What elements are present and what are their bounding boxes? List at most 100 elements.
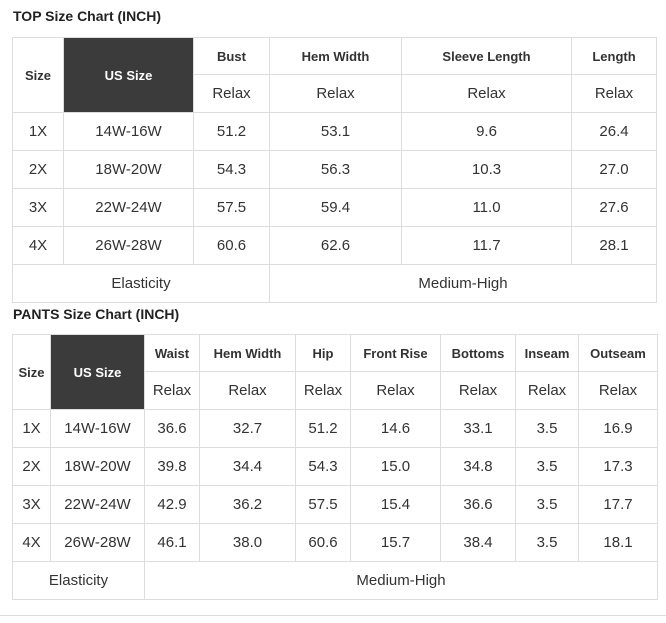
column-header: Outseam	[578, 334, 658, 372]
table-cell: 16.9	[578, 409, 658, 448]
table-header-row: Size US Size Bust Hem Width Sleeve Lengt…	[12, 37, 657, 113]
table-row: 1X 14W-16W 51.2 53.1 9.6 26.4	[12, 112, 657, 151]
table-cell: 36.6	[144, 409, 200, 448]
table-cell: 18.1	[578, 523, 658, 562]
relax-label: Relax	[350, 371, 441, 410]
column-header: Inseam	[515, 334, 579, 372]
table-cell: 38.4	[440, 523, 516, 562]
table-cell: 9.6	[401, 112, 572, 151]
table-row: 2X 18W-20W 39.8 34.4 54.3 15.0 34.8 3.5 …	[12, 447, 658, 486]
relax-label: Relax	[193, 74, 270, 113]
size-cell: 4X	[12, 226, 64, 265]
column-header: Waist	[144, 334, 200, 372]
relax-label: Relax	[269, 74, 402, 113]
table-row: 4X 26W-28W 60.6 62.6 11.7 28.1	[12, 226, 657, 265]
us-size-cell: 26W-28W	[63, 226, 194, 265]
table-cell: 34.8	[440, 447, 516, 486]
column-header: Bust	[193, 37, 270, 75]
table-cell: 36.2	[199, 485, 296, 524]
pants-size-chart-title: PANTS Size Chart (INCH)	[13, 306, 180, 322]
elasticity-value: Medium-High	[269, 264, 657, 303]
table-cell: 17.3	[578, 447, 658, 486]
relax-label: Relax	[571, 74, 657, 113]
elasticity-label: Elasticity	[12, 561, 145, 600]
size-header: Size	[12, 37, 64, 113]
table-cell: 42.9	[144, 485, 200, 524]
us-size-header: US Size	[50, 334, 145, 410]
table-cell: 14.6	[350, 409, 441, 448]
table-cell: 57.5	[193, 188, 270, 227]
size-header: Size	[12, 334, 51, 410]
table-cell: 33.1	[440, 409, 516, 448]
table-cell: 62.6	[269, 226, 402, 265]
relax-label: Relax	[515, 371, 579, 410]
table-cell: 38.0	[199, 523, 296, 562]
elasticity-row: Elasticity Medium-High	[12, 561, 658, 600]
table-cell: 51.2	[193, 112, 270, 151]
size-cell: 3X	[12, 188, 64, 227]
size-cell: 3X	[12, 485, 51, 524]
column-header: Front Rise	[350, 334, 441, 372]
elasticity-label: Elasticity	[12, 264, 270, 303]
table-cell: 11.7	[401, 226, 572, 265]
us-size-cell: 22W-24W	[50, 485, 145, 524]
table-row: 3X 22W-24W 57.5 59.4 11.0 27.6	[12, 188, 657, 227]
top-size-chart-title: TOP Size Chart (INCH)	[13, 8, 162, 24]
table-cell: 54.3	[295, 447, 351, 486]
pants-size-table: Size US Size Waist Hem Width Hip Front R…	[12, 334, 658, 600]
table-cell: 3.5	[515, 523, 579, 562]
table-cell: 15.0	[350, 447, 441, 486]
column-header: Hem Width	[269, 37, 402, 75]
relax-label: Relax	[401, 74, 572, 113]
table-cell: 60.6	[295, 523, 351, 562]
table-cell: 36.6	[440, 485, 516, 524]
column-header: Hip	[295, 334, 351, 372]
table-cell: 53.1	[269, 112, 402, 151]
table-cell: 28.1	[571, 226, 657, 265]
column-header: Length	[571, 37, 657, 75]
table-row: 3X 22W-24W 42.9 36.2 57.5 15.4 36.6 3.5 …	[12, 485, 658, 524]
table-cell: 46.1	[144, 523, 200, 562]
relax-label: Relax	[295, 371, 351, 410]
table-row: 4X 26W-28W 46.1 38.0 60.6 15.7 38.4 3.5 …	[12, 523, 658, 562]
size-cell: 4X	[12, 523, 51, 562]
elasticity-row: Elasticity Medium-High	[12, 264, 657, 303]
size-cell: 1X	[12, 409, 51, 448]
table-cell: 54.3	[193, 150, 270, 189]
table-cell: 57.5	[295, 485, 351, 524]
table-cell: 60.6	[193, 226, 270, 265]
size-cell: 2X	[12, 150, 64, 189]
table-cell: 15.4	[350, 485, 441, 524]
table-cell: 51.2	[295, 409, 351, 448]
table-cell: 3.5	[515, 485, 579, 524]
us-size-cell: 18W-20W	[63, 150, 194, 189]
relax-label: Relax	[440, 371, 516, 410]
column-header: Hem Width	[199, 334, 296, 372]
size-cell: 1X	[12, 112, 64, 151]
table-cell: 27.6	[571, 188, 657, 227]
relax-label: Relax	[144, 371, 200, 410]
table-cell: 32.7	[199, 409, 296, 448]
table-header-row: Size US Size Waist Hem Width Hip Front R…	[12, 334, 658, 410]
top-size-table: Size US Size Bust Hem Width Sleeve Lengt…	[12, 37, 657, 303]
table-cell: 27.0	[571, 150, 657, 189]
table-cell: 26.4	[571, 112, 657, 151]
table-cell: 15.7	[350, 523, 441, 562]
table-cell: 3.5	[515, 409, 579, 448]
us-size-cell: 22W-24W	[63, 188, 194, 227]
relax-label: Relax	[578, 371, 658, 410]
table-cell: 56.3	[269, 150, 402, 189]
us-size-cell: 14W-16W	[50, 409, 145, 448]
elasticity-value: Medium-High	[144, 561, 658, 600]
table-cell: 11.0	[401, 188, 572, 227]
table-cell: 10.3	[401, 150, 572, 189]
table-row: 1X 14W-16W 36.6 32.7 51.2 14.6 33.1 3.5 …	[12, 409, 658, 448]
table-cell: 59.4	[269, 188, 402, 227]
table-cell: 39.8	[144, 447, 200, 486]
us-size-header: US Size	[63, 37, 194, 113]
us-size-cell: 18W-20W	[50, 447, 145, 486]
us-size-cell: 14W-16W	[63, 112, 194, 151]
table-cell: 34.4	[199, 447, 296, 486]
table-row: 2X 18W-20W 54.3 56.3 10.3 27.0	[12, 150, 657, 189]
table-cell: 3.5	[515, 447, 579, 486]
